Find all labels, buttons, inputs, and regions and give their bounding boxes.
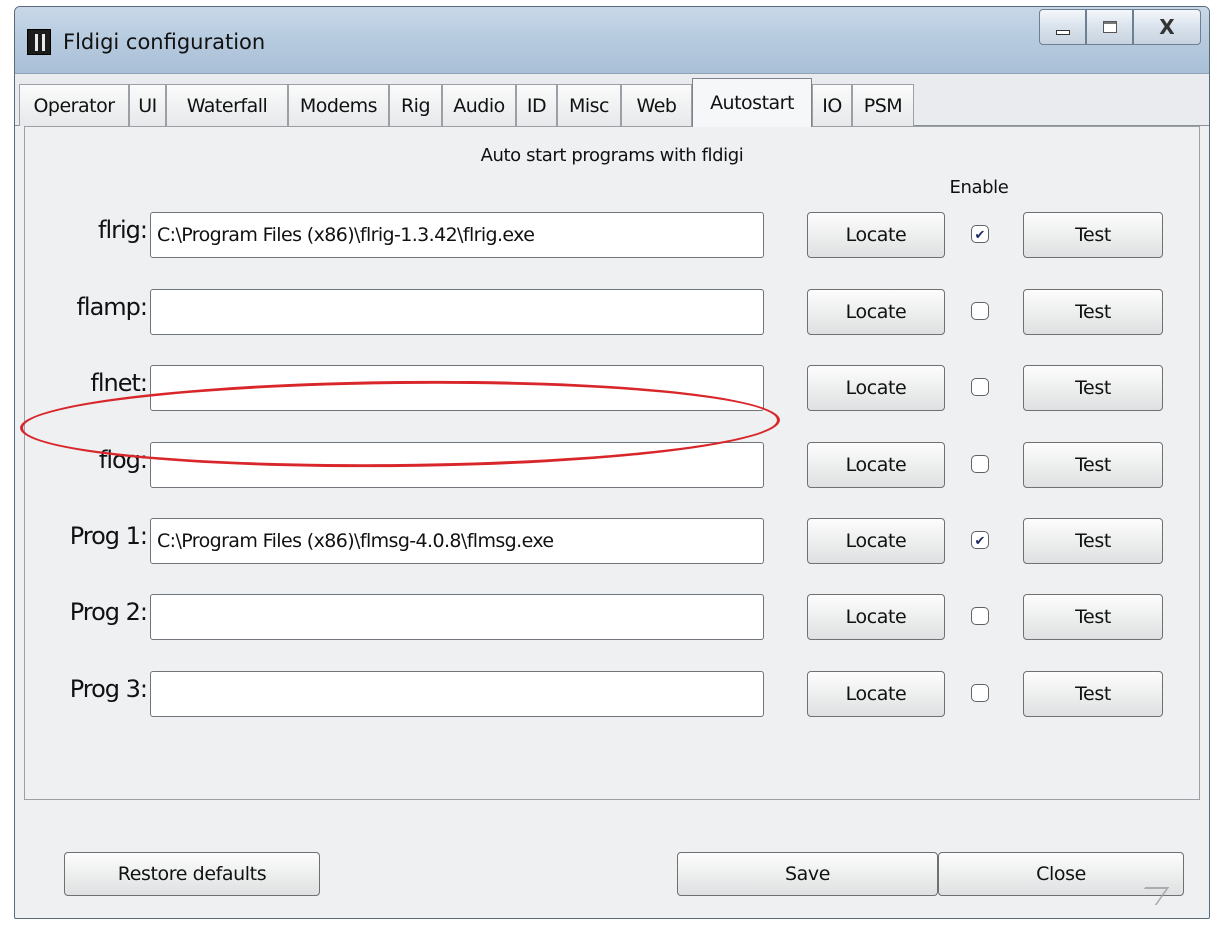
- close-button[interactable]: Close: [938, 852, 1184, 905]
- prog-1-path-input[interactable]: C:\Program Files (x86)\flmsg-4.0.8\flmsg…: [150, 518, 764, 564]
- locate-button[interactable]: Locate: [807, 289, 945, 335]
- row-label: flamp:: [76, 293, 148, 321]
- row-label: flog:: [98, 446, 148, 474]
- maximize-button[interactable]: [1086, 9, 1133, 45]
- tab-waterfall[interactable]: Waterfall: [166, 84, 288, 126]
- fldigi-app-icon[interactable]: [27, 29, 51, 55]
- row-label: Prog 2:: [69, 598, 148, 626]
- locate-button[interactable]: Locate: [807, 365, 945, 411]
- row-label: flrig:: [98, 216, 148, 244]
- fldigi-configuration-window: Fldigi configuration X Operator UI Water…: [14, 6, 1210, 919]
- flnet-path-input[interactable]: [150, 365, 764, 411]
- locate-button[interactable]: Locate: [807, 671, 945, 717]
- row-label: flnet:: [90, 369, 148, 397]
- autostart-row-flamp: flamp: Locate Test: [25, 289, 1199, 341]
- minimize-icon: [1055, 29, 1070, 35]
- tab-modems[interactable]: Modems: [288, 84, 389, 126]
- test-button[interactable]: Test: [1023, 365, 1163, 411]
- autostart-row-flnet: flnet: Locate Test: [25, 365, 1199, 417]
- test-button[interactable]: Test: [1023, 518, 1163, 564]
- row-label: Prog 1:: [69, 522, 148, 550]
- test-button[interactable]: Test: [1023, 442, 1163, 488]
- minimize-button[interactable]: [1039, 9, 1086, 45]
- enable-checkbox[interactable]: ✔: [971, 531, 989, 549]
- tab-autostart[interactable]: Autostart: [692, 78, 812, 127]
- test-button[interactable]: Test: [1023, 289, 1163, 335]
- save-button[interactable]: Save: [677, 852, 938, 896]
- enable-checkbox[interactable]: [971, 684, 989, 702]
- close-icon: X: [1159, 15, 1175, 39]
- flog-path-input[interactable]: [150, 442, 764, 488]
- locate-button[interactable]: Locate: [807, 442, 945, 488]
- window-controls: X: [1039, 9, 1201, 45]
- locate-button[interactable]: Locate: [807, 518, 945, 564]
- restore-defaults-button[interactable]: Restore defaults: [64, 852, 320, 896]
- enable-column-heading: Enable: [949, 177, 1009, 198]
- prog-2-path-input[interactable]: [150, 594, 764, 640]
- checkmark-icon: ✔: [974, 532, 986, 548]
- dialog-button-bar: Restore defaults Save Close: [15, 829, 1209, 907]
- title-bar[interactable]: Fldigi configuration X: [15, 7, 1209, 74]
- tab-id[interactable]: ID: [516, 84, 557, 126]
- flamp-path-input[interactable]: [150, 289, 764, 335]
- tab-ui[interactable]: UI: [129, 84, 166, 126]
- row-label: Prog 3:: [69, 675, 148, 703]
- tab-misc[interactable]: Misc: [557, 84, 621, 126]
- maximize-icon: [1102, 21, 1117, 33]
- autostart-row-flrig: flrig: C:\Program Files (x86)\flrig-1.3.…: [25, 212, 1199, 264]
- resize-grip-icon[interactable]: [1132, 887, 1170, 905]
- tab-audio[interactable]: Audio: [442, 84, 516, 126]
- close-window-button[interactable]: X: [1133, 9, 1201, 45]
- autostart-row-flog: flog: Locate Test: [25, 442, 1199, 494]
- flrig-path-input[interactable]: C:\Program Files (x86)\flrig-1.3.42\flri…: [150, 212, 764, 258]
- enable-checkbox[interactable]: [971, 607, 989, 625]
- enable-checkbox[interactable]: [971, 302, 989, 320]
- enable-checkbox[interactable]: [971, 455, 989, 473]
- tab-web[interactable]: Web: [621, 84, 692, 126]
- checkmark-icon: ✔: [974, 226, 986, 242]
- tab-bar: Operator UI Waterfall Modems Rig Audio I…: [15, 74, 1209, 127]
- test-button[interactable]: Test: [1023, 212, 1163, 258]
- locate-button[interactable]: Locate: [807, 594, 945, 640]
- tab-io[interactable]: IO: [812, 84, 852, 126]
- test-button[interactable]: Test: [1023, 594, 1163, 640]
- locate-button[interactable]: Locate: [807, 212, 945, 258]
- tab-psm[interactable]: PSM: [852, 84, 914, 126]
- test-button[interactable]: Test: [1023, 671, 1163, 717]
- enable-checkbox[interactable]: ✔: [971, 225, 989, 243]
- autostart-panel: Auto start programs with fldigi Enable f…: [24, 126, 1200, 800]
- tab-rig[interactable]: Rig: [389, 84, 442, 126]
- autostart-row-prog-1: Prog 1: C:\Program Files (x86)\flmsg-4.0…: [25, 518, 1199, 570]
- prog-3-path-input[interactable]: [150, 671, 764, 717]
- enable-checkbox[interactable]: [971, 378, 989, 396]
- tab-operator[interactable]: Operator: [19, 84, 129, 126]
- window-title: Fldigi configuration: [63, 30, 266, 54]
- panel-heading: Auto start programs with fldigi: [480, 145, 744, 166]
- autostart-row-prog-3: Prog 3: Locate Test: [25, 671, 1199, 723]
- close-button-label: Close: [1036, 863, 1086, 885]
- autostart-row-prog-2: Prog 2: Locate Test: [25, 594, 1199, 646]
